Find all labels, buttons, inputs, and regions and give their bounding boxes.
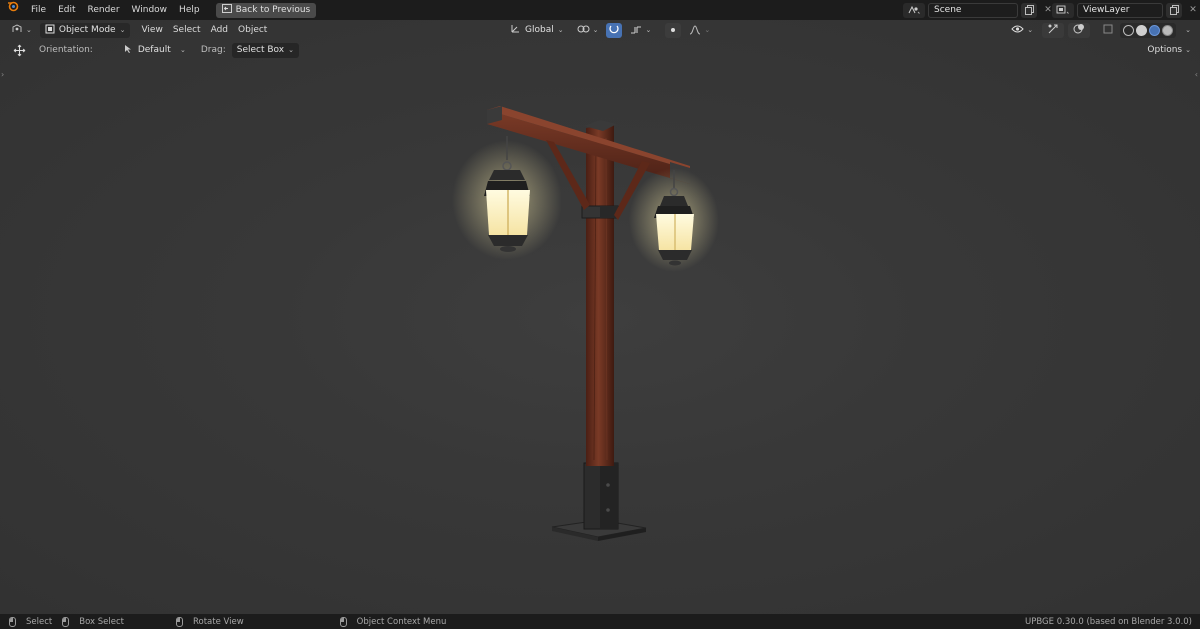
menu-object[interactable]: Object [233, 23, 272, 38]
rendered-icon[interactable] [1162, 24, 1174, 36]
cursor-icon [124, 44, 134, 57]
gizmo-icon [1047, 23, 1059, 37]
viewport-right-controls: ⌄ ⌄ [1006, 22, 1196, 38]
status-select-label: Select [26, 616, 53, 627]
scene-selector: Scene ✕ [903, 2, 1056, 18]
menu-render[interactable]: Render [82, 0, 126, 20]
snap-target-icon [631, 26, 642, 34]
overlay-icon [1073, 23, 1085, 37]
close-viewlayer-icon[interactable]: ✕ [1185, 3, 1200, 18]
proportional-falloff-button[interactable]: ⌄ [684, 23, 715, 38]
orientation-setting-dropdown[interactable]: Default ⌄ [119, 43, 191, 58]
options-label: Options [1147, 45, 1183, 55]
blender-logo-icon[interactable] [0, 0, 25, 20]
object-mode-icon [45, 24, 55, 37]
pivot-icon [577, 24, 590, 37]
xray-toggle[interactable] [1100, 23, 1116, 38]
snap-toggle[interactable] [606, 22, 623, 38]
editor-type-icon [11, 23, 23, 37]
options-dropdown[interactable]: Options ⌄ [1142, 43, 1196, 58]
pivot-button[interactable]: ⌄ [572, 23, 604, 38]
menu-file[interactable]: File [25, 0, 52, 20]
mode-dropdown[interactable]: Object Mode ⌄ [39, 22, 131, 38]
status-select: Select [9, 616, 53, 627]
scene-field[interactable]: Scene [928, 2, 1018, 18]
solid-icon[interactable] [1136, 24, 1148, 36]
transform-tools: Global ⌄ ⌄ ⌄ ⌄ [505, 22, 715, 38]
wireframe-icon[interactable] [1123, 24, 1135, 36]
new-viewlayer-icon[interactable] [1166, 2, 1182, 18]
status-rotate-view: Rotate View [175, 616, 244, 627]
menu-window[interactable]: Window [126, 0, 174, 20]
drag-setting-dropdown[interactable]: Select Box ⌄ [231, 42, 299, 58]
right-panel-toggle-icon[interactable]: ‹ [1195, 70, 1198, 79]
orientation-setting-label: Orientation: [39, 45, 93, 55]
proportional-toggle[interactable] [665, 22, 682, 38]
snap-target-button[interactable]: ⌄ [625, 23, 656, 38]
status-context-menu-label: Object Context Menu [356, 616, 447, 627]
viewlayer-selector: ViewLayer ✕ [1052, 2, 1200, 18]
orientation-setting-value: Default [137, 45, 171, 55]
tool-settings-header: Orientation: Default ⌄ Drag: Select Box … [0, 41, 1200, 59]
menu-add[interactable]: Add [206, 23, 233, 38]
version-label: UPBGE 0.30.0 (based on Blender 3.0.0) [1025, 616, 1192, 627]
viewlayer-icon[interactable] [1052, 2, 1074, 18]
lamp-post-model[interactable] [0, 20, 1200, 614]
proportional-icon [671, 28, 676, 32]
top-bar: File Edit Render Window Help Back to Pre… [0, 0, 1200, 20]
menu-view[interactable]: View [136, 23, 167, 38]
back-icon [221, 4, 232, 16]
new-scene-icon[interactable] [1021, 2, 1037, 18]
shading-modes [1120, 22, 1177, 38]
viewlayer-field[interactable]: ViewLayer [1077, 2, 1163, 18]
falloff-curve-icon [690, 25, 701, 35]
mouse-middle-icon [175, 616, 183, 627]
status-box-select-label: Box Select [79, 616, 124, 627]
snap-icon [609, 24, 620, 37]
menu-edit[interactable]: Edit [52, 0, 81, 20]
orientation-label: Global [525, 25, 554, 35]
mouse-drag-icon [62, 616, 70, 627]
drag-setting-value: Select Box [236, 45, 285, 55]
editor-type-button[interactable]: ⌄ [6, 23, 37, 38]
mouse-left-icon [9, 616, 16, 627]
3d-viewport[interactable]: › ‹ [0, 20, 1200, 614]
move-tool-icon[interactable] [8, 43, 31, 58]
status-box-select: Box Select [62, 616, 124, 627]
orientation-icon [510, 23, 521, 37]
orientation-dropdown[interactable]: Global ⌄ [505, 23, 569, 38]
mouse-right-icon [339, 616, 347, 627]
mode-label: Object Mode [58, 25, 116, 35]
visibility-icon [1011, 24, 1024, 37]
visibility-button[interactable]: ⌄ [1006, 23, 1038, 38]
gizmo-toggle[interactable] [1042, 22, 1065, 38]
xray-icon [1103, 24, 1113, 37]
menu-select[interactable]: Select [168, 23, 206, 38]
shading-options-button[interactable]: ⌄ [1180, 23, 1196, 38]
left-panel-toggle-icon[interactable]: › [1, 70, 4, 79]
status-context-menu: Object Context Menu [339, 616, 447, 627]
status-rotate-view-label: Rotate View [192, 616, 244, 627]
back-button-label: Back to Previous [235, 5, 311, 15]
back-to-previous-button[interactable]: Back to Previous [215, 2, 317, 18]
scene-icon[interactable] [903, 2, 925, 18]
overlay-toggle[interactable] [1068, 22, 1091, 38]
viewport-header: ⌄ Object Mode ⌄ View Select Add Object G… [0, 21, 1200, 39]
status-bar: Select Box Select Rotate View Object Con… [0, 614, 1200, 629]
material-icon[interactable] [1149, 24, 1161, 36]
drag-setting-label: Drag: [200, 45, 226, 55]
menu-help[interactable]: Help [173, 0, 206, 20]
